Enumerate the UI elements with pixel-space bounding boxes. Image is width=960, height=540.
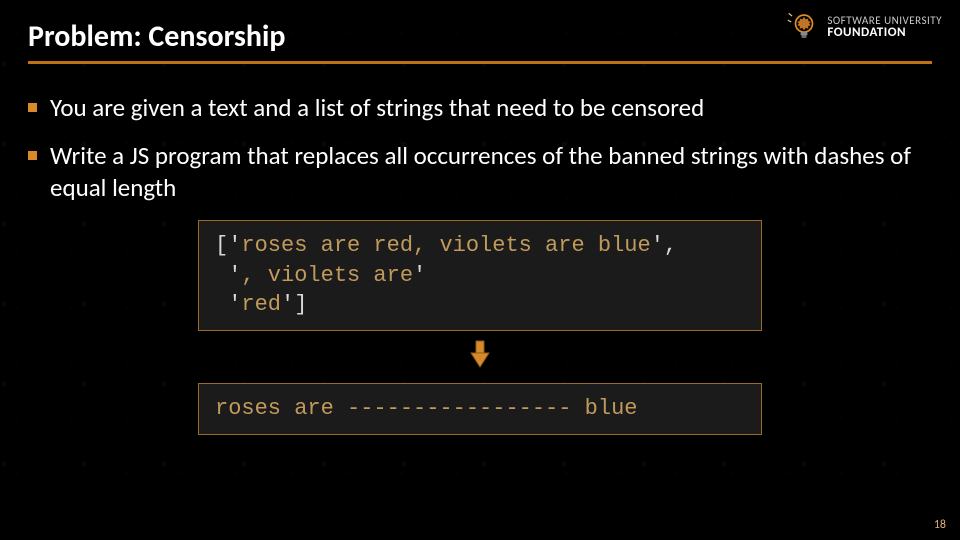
output-block: roses are ----------------- blue: [198, 383, 762, 435]
bullet-item: Write a JS program that replaces all occ…: [28, 140, 932, 204]
brand-line2: FOUNDATION: [827, 26, 942, 39]
input-code-block: ['roses are red, violets are blue', ', v…: [198, 220, 762, 331]
bullet-list: You are given a text and a list of strin…: [28, 92, 932, 204]
brand-logo: SOFTWARE UNIVERSITY FOUNDATION: [787, 10, 942, 44]
bullet-item: You are given a text and a list of strin…: [28, 92, 932, 124]
code-punct: ': [215, 263, 241, 288]
output-text: roses are ----------------- blue: [215, 396, 637, 421]
code-punct: ': [215, 292, 241, 317]
page-number: 18: [934, 518, 946, 532]
brand-text: SOFTWARE UNIVERSITY FOUNDATION: [827, 15, 942, 39]
code-string: , violets are: [241, 263, 413, 288]
code-string: roses are red, violets are blue: [241, 233, 650, 258]
code-punct: [': [215, 233, 241, 258]
code-punct: ']: [281, 292, 307, 317]
code-string: red: [241, 292, 281, 317]
down-arrow-icon: [198, 331, 762, 373]
code-punct: ',: [651, 233, 677, 258]
lightbulb-gear-icon: [787, 10, 821, 44]
code-punct: ': [413, 263, 426, 288]
